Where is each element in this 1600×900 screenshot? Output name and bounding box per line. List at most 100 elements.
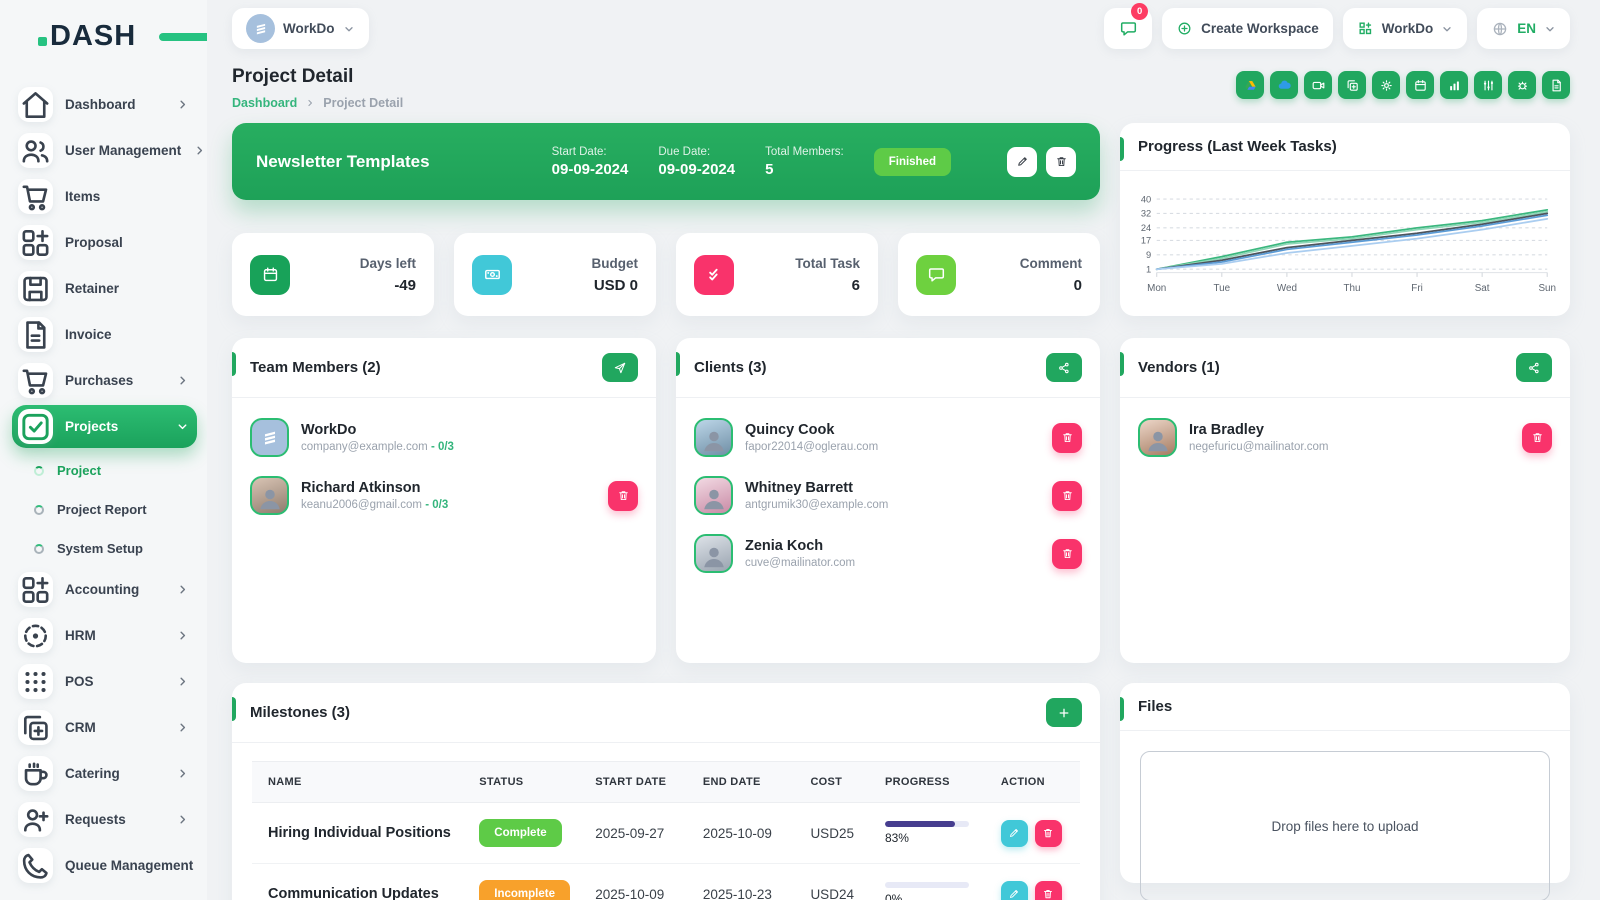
layout: Newsletter Templates Start Date: 09-09-2… — [232, 123, 1570, 900]
delete-client-button[interactable] — [1052, 423, 1082, 453]
stat-label: Days left — [360, 256, 416, 271]
screen-record-button[interactable] — [1304, 71, 1332, 99]
chevron-right-icon — [176, 721, 189, 734]
bullet-icon — [34, 505, 44, 515]
svg-text:Tue: Tue — [1213, 283, 1230, 294]
edit-project-button[interactable] — [1007, 147, 1037, 177]
logo-bar — [159, 33, 207, 41]
sidebar-subitem-label: Project Report — [57, 502, 147, 517]
chevron-right-icon — [205, 859, 207, 872]
trash-icon — [1042, 888, 1054, 900]
delete-member-button[interactable] — [608, 481, 638, 511]
copy-icon — [1345, 78, 1360, 93]
vendors-card: Vendors (1) Ira Bradley negefuricu@maili… — [1120, 338, 1570, 663]
chevron-right-icon — [176, 583, 189, 596]
create-workspace-button[interactable]: Create Workspace — [1162, 8, 1333, 49]
report-chart-button[interactable] — [1440, 71, 1468, 99]
sidebar-item-label: CRM — [65, 720, 164, 735]
delete-vendor-button[interactable] — [1522, 423, 1552, 453]
share-icon — [1527, 361, 1541, 375]
edit-milestone-button[interactable] — [1001, 881, 1028, 900]
team-members-list: WorkDo company@example.com - 0/3 Richard… — [232, 398, 656, 554]
files-card: Files Drop files here to upload — [1120, 683, 1570, 883]
page-head: Project Detail Dashboard Project Detail — [232, 66, 1570, 110]
sidebar-item-label: Proposal — [65, 235, 189, 250]
accent-bar — [1120, 137, 1124, 161]
member-meta: - 0/3 — [431, 441, 454, 453]
calendar-button[interactable] — [1406, 71, 1434, 99]
accent-bar — [1120, 697, 1124, 721]
vendor-email: negefuricu@mailinator.com — [1189, 441, 1510, 453]
sidebar-item-label: POS — [65, 674, 164, 689]
workspace-selector[interactable]: WorkDo — [232, 8, 369, 49]
svg-text:Sat: Sat — [1475, 283, 1490, 294]
list-item: Quincy Cook fapor22014@oglerau.com — [694, 418, 1082, 457]
bug-icon — [1515, 78, 1530, 93]
delete-project-button[interactable] — [1046, 147, 1076, 177]
sidebar-item-label: Items — [65, 189, 189, 204]
add-milestone-button[interactable] — [1046, 698, 1082, 727]
stat-label: Total Task — [795, 256, 860, 271]
milestones-card: Milestones (3) NAME STATUS STAR — [232, 683, 1100, 900]
app-logo[interactable]: DASH — [50, 20, 197, 53]
start-date-label: Start Date: — [552, 146, 629, 158]
chevron-right-icon — [176, 675, 189, 688]
gear-icon — [1379, 78, 1394, 93]
breadcrumb: Dashboard Project Detail — [232, 96, 403, 110]
delete-client-button[interactable] — [1052, 539, 1082, 569]
file-dropzone[interactable]: Drop files here to upload — [1140, 751, 1550, 900]
trash-icon — [1042, 827, 1054, 839]
progress-chart-title: Progress (Last Week Tasks) — [1138, 138, 1337, 155]
sidebar-item-queue-management[interactable]: Queue Management — [12, 844, 197, 887]
chevron-right-icon — [305, 98, 315, 108]
google-drive-button[interactable] — [1236, 71, 1264, 99]
language-label: EN — [1517, 21, 1536, 36]
member-meta: - 0/3 — [425, 499, 448, 511]
onedrive-button[interactable] — [1270, 71, 1298, 99]
status-badge: Finished — [874, 148, 951, 176]
stat-comment: Comment0 — [898, 233, 1100, 316]
column-header: PROGRESS — [873, 762, 989, 803]
pencil-icon — [1008, 827, 1020, 839]
column-header: START DATE — [583, 762, 691, 803]
duplicate-button[interactable] — [1338, 71, 1366, 99]
stat-budget: BudgetUSD 0 — [454, 233, 656, 316]
breadcrumb-dashboard-link[interactable]: Dashboard — [232, 96, 297, 110]
edit-milestone-button[interactable] — [1001, 820, 1028, 847]
delete-client-button[interactable] — [1052, 481, 1082, 511]
column-header: END DATE — [691, 762, 799, 803]
settings-button[interactable] — [1372, 71, 1400, 99]
chevron-right-icon — [176, 98, 189, 111]
messages-button[interactable]: 0 — [1104, 8, 1152, 49]
delete-milestone-button[interactable] — [1035, 820, 1062, 847]
grid-plus-icon — [1357, 20, 1374, 37]
share-clients-button[interactable] — [1046, 353, 1082, 382]
due-date-label: Due Date: — [658, 146, 735, 158]
share-vendors-button[interactable] — [1516, 353, 1552, 382]
sidebar-item-projects[interactable]: Projects — [12, 405, 197, 448]
pencil-icon — [1016, 155, 1029, 168]
invite-member-button[interactable] — [602, 353, 638, 382]
breadcrumb-current: Project Detail — [323, 96, 403, 110]
project-banner: Newsletter Templates Start Date: 09-09-2… — [232, 123, 1100, 200]
milestone-status-badge: Complete — [479, 819, 561, 847]
integration-button[interactable] — [1474, 71, 1502, 99]
column-header: COST — [798, 762, 873, 803]
calendar-icon — [1413, 78, 1428, 93]
workspace-menu-button[interactable]: WorkDo — [1343, 8, 1468, 49]
workspace-selector-label: WorkDo — [283, 21, 335, 36]
delete-milestone-button[interactable] — [1035, 881, 1062, 900]
column-header: STATUS — [467, 762, 583, 803]
stat-value: 6 — [852, 277, 860, 294]
notes-button[interactable] — [1542, 71, 1570, 99]
total-members-label: Total Members: — [765, 146, 844, 158]
sidebar-subitem-project[interactable]: Project — [12, 451, 197, 490]
progress-chart-card: Progress (Last Week Tasks) 4032241791Mon… — [1120, 123, 1570, 316]
page-title: Project Detail — [232, 66, 403, 88]
clients-list: Quincy Cook fapor22014@oglerau.com Whitn… — [676, 398, 1100, 612]
share-icon — [1057, 361, 1071, 375]
trash-icon — [617, 489, 630, 502]
language-selector[interactable]: EN — [1477, 8, 1570, 49]
globe-icon — [1491, 20, 1509, 38]
bug-report-button[interactable] — [1508, 71, 1536, 99]
